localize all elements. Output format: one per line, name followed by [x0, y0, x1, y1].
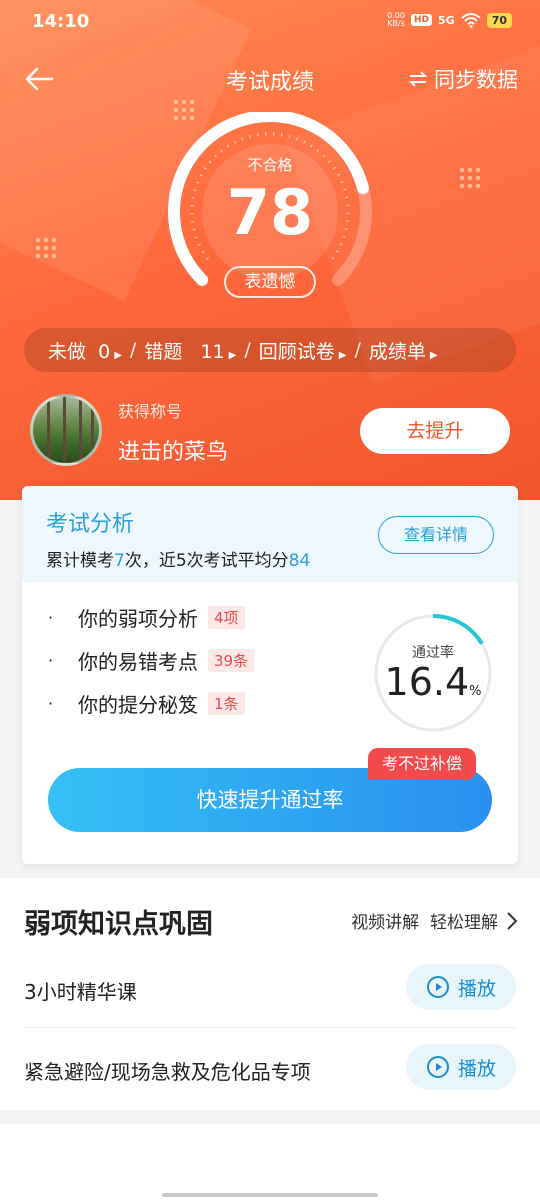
weak-points-section: 弱项知识点巩固 视频讲解 轻松理解 3小时精华课 播放 紧急避险/现场急救及危化… — [0, 878, 540, 1110]
play-button[interactable]: 播放 — [406, 964, 516, 1010]
dots-decoration — [34, 236, 58, 260]
bottom-area — [0, 1124, 540, 1200]
analysis-header: 考试分析 累计模考7次，近5次考试平均分84 查看详情 — [22, 486, 518, 582]
wifi-icon — [461, 13, 481, 28]
status-time: 14:10 — [32, 11, 90, 32]
play-icon — [426, 1056, 449, 1078]
exam-analysis-card: 考试分析 累计模考7次，近5次考试平均分84 查看详情 · 你的弱项分析 4项 · 你… — [22, 486, 518, 864]
link-wrong-questions[interactable]: 错题 11 ▶ — [144, 337, 236, 364]
hd-icon: HD — [410, 14, 432, 26]
video-explain-link[interactable]: 视频讲解 轻松理解 — [351, 908, 518, 933]
quick-links-bar: 未做 0 ▶ / 错题 11 ▶ / 回顾试卷 ▶ / 成绩单 ▶ — [24, 328, 516, 372]
analysis-summary: 累计模考7次，近5次考试平均分84 — [46, 551, 311, 571]
net-speed: 0.00 KB/s — [387, 11, 405, 28]
pass-rate-value: 16.4% — [384, 660, 482, 704]
course-row: 紧急避险/现场急救及危化品专项 播放 — [24, 1032, 516, 1108]
signal-icon: 5G — [438, 13, 455, 27]
score-gauge: 不合格 78 表遗憾 — [160, 110, 380, 312]
honor-label: 获得称号 — [118, 402, 183, 421]
course-title: 3小时精华课 — [24, 980, 137, 1004]
go-improve-button[interactable]: 去提升 — [360, 408, 510, 454]
link-review-paper[interactable]: 回顾试卷 ▶ — [259, 337, 347, 364]
weakness-analysis-item[interactable]: · 你的弱项分析 4项 — [48, 596, 254, 639]
battery-icon: 70 — [486, 12, 512, 28]
link-undone[interactable]: 未做 0 ▶ — [48, 337, 122, 364]
regret-button[interactable]: 表遗憾 — [224, 266, 316, 298]
sync-icon — [408, 71, 428, 87]
course-title: 紧急避险/现场急救及危化品专项 — [24, 1060, 311, 1084]
status-bar: 14:10 0.00 KB/s HD 5G 70 — [0, 0, 540, 44]
play-button[interactable]: 播放 — [406, 1044, 516, 1090]
compensation-badge: 考不过补偿 — [368, 748, 477, 780]
avatar — [30, 394, 102, 466]
score-status: 不合格 — [247, 156, 293, 174]
honor-title: 进击的菜鸟 — [118, 440, 229, 465]
pass-rate-label: 通过率 — [412, 645, 454, 661]
top-bar: 考试成绩 同步数据 — [0, 56, 540, 100]
section-title: 弱项知识点巩固 — [24, 909, 213, 940]
analysis-title: 考试分析 — [46, 512, 135, 537]
view-details-button[interactable]: 查看详情 — [378, 516, 494, 554]
home-indicator[interactable] — [162, 1193, 378, 1197]
dots-decoration — [458, 166, 482, 190]
error-prone-item[interactable]: · 你的易错考点 39条 — [48, 639, 255, 682]
score-value: 78 — [226, 176, 314, 249]
score-tips-item[interactable]: · 你的提分秘笈 1条 — [48, 682, 254, 725]
course-row: 3小时精华课 播放 — [24, 952, 516, 1028]
link-transcript[interactable]: 成绩单 ▶ — [369, 337, 438, 364]
pass-rate-ring: 通过率 16.4% — [372, 612, 494, 734]
chevron-right-icon — [507, 911, 518, 930]
sync-data-button[interactable]: 同步数据 — [408, 64, 518, 94]
play-icon — [426, 976, 449, 998]
